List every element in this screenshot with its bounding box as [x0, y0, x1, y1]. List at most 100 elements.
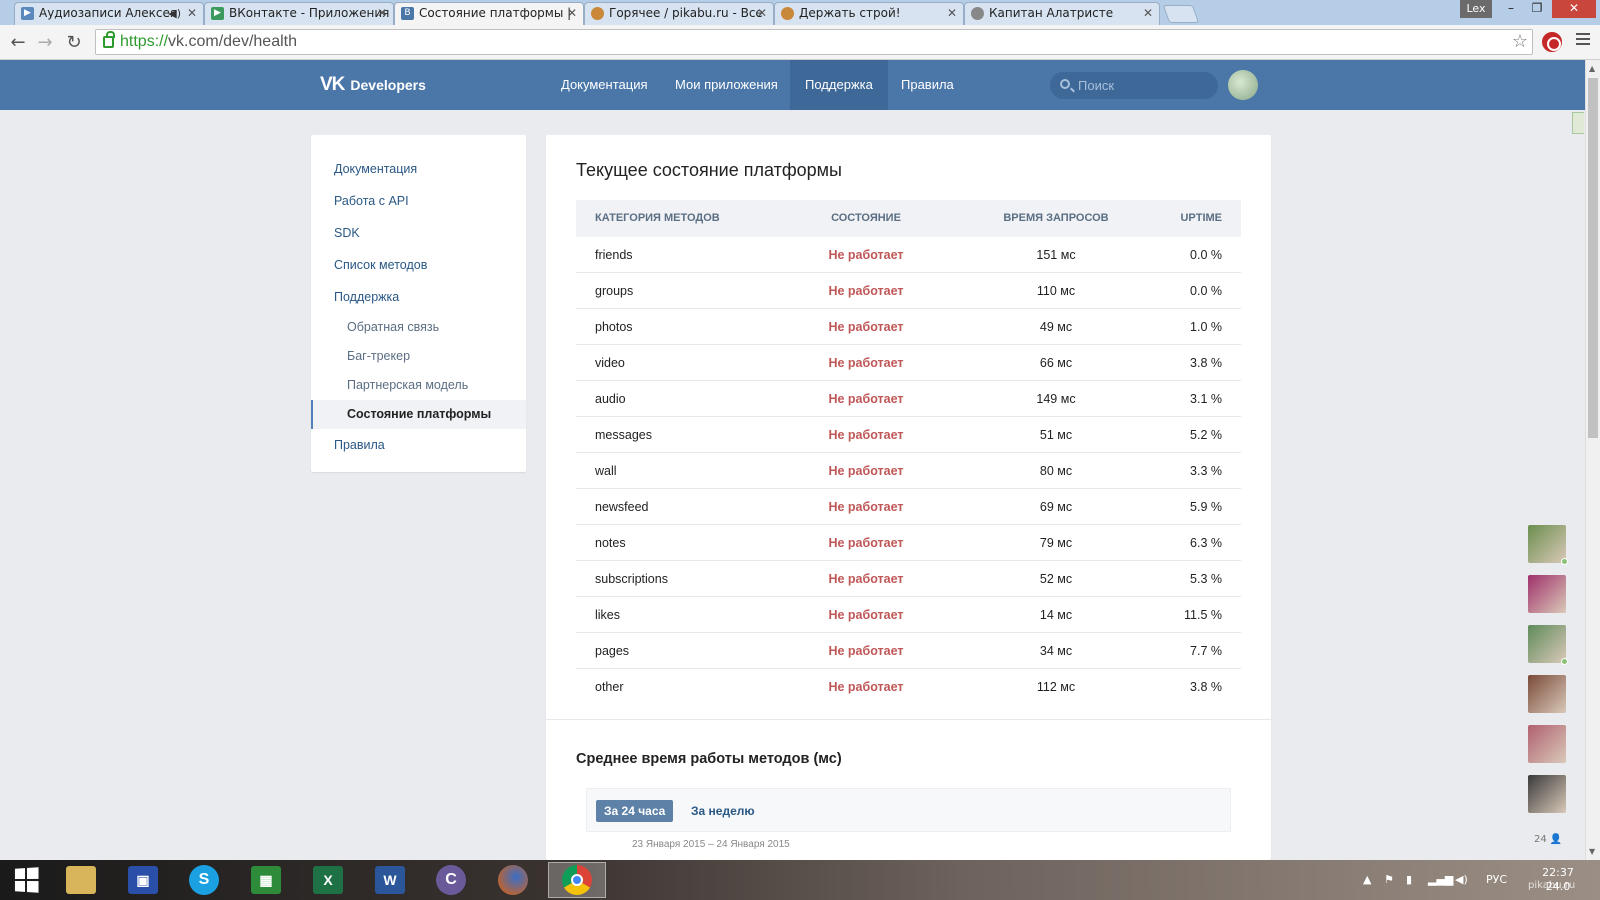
menu-item-support[interactable]: Поддержка — [311, 281, 526, 313]
flag-icon[interactable]: ⚑ — [1384, 860, 1394, 900]
column-header-status: СОСТОЯНИЕ — [831, 212, 901, 224]
column-header-request-time: ВРЕМЯ ЗАПРОСОВ — [1003, 212, 1109, 224]
category-cell: likes — [595, 608, 621, 622]
request-time-cell: 112 мс — [1036, 680, 1076, 694]
table-row: video Не работает 66 мс 3.8 % — [576, 345, 1241, 381]
tab-week[interactable]: За неделю — [683, 800, 763, 822]
close-icon[interactable]: ✕ — [757, 3, 767, 24]
table-row: pages Не работает 34 мс 7.7 % — [576, 633, 1241, 669]
page-scrollbar[interactable]: ▲ ▼ — [1585, 60, 1600, 860]
menu-item-api[interactable]: Работа с API — [311, 185, 526, 217]
category-cell: audio — [595, 392, 626, 406]
play-store-favicon-icon: ▶ — [211, 7, 224, 20]
taskbar-explorer[interactable] — [55, 862, 107, 898]
network-icon[interactable]: ▂▄▆ — [1428, 860, 1453, 900]
bookmark-star-icon[interactable]: ☆ — [1512, 31, 1528, 52]
taskbar-excel[interactable]: X — [302, 862, 354, 898]
side-panel-tab[interactable] — [1572, 112, 1584, 134]
reload-icon[interactable]: ↻ — [64, 32, 84, 53]
taskbar-word[interactable]: W — [364, 862, 416, 898]
friend-avatar[interactable] — [1528, 625, 1568, 665]
start-button[interactable] — [0, 862, 52, 898]
taskbar-calculator[interactable]: ▦ — [240, 862, 292, 898]
category-cell: friends — [595, 248, 633, 262]
search-input[interactable]: Поиск — [1050, 72, 1218, 99]
friends-count[interactable]: 24 👤 — [1534, 834, 1562, 845]
uptime-cell: 0.0 % — [1190, 248, 1222, 262]
browser-tab-4[interactable]: Горячее / pikabu.ru - Все ✕ — [584, 2, 774, 25]
taskbar-skype[interactable]: S — [178, 862, 230, 898]
request-time-cell: 149 мс — [1036, 392, 1076, 406]
friend-avatar[interactable] — [1528, 525, 1568, 565]
uptime-cell: 3.3 % — [1190, 464, 1222, 478]
friend-avatar[interactable] — [1528, 775, 1566, 813]
nav-rules[interactable]: Правила — [886, 60, 969, 110]
tab-24-hours[interactable]: За 24 часа — [596, 800, 674, 822]
taskbar-chrome[interactable] — [548, 862, 606, 898]
uptime-cell: 5.9 % — [1190, 500, 1222, 514]
close-icon[interactable]: ✕ — [187, 3, 197, 24]
restore-icon[interactable]: ❐ — [1524, 0, 1550, 18]
person-icon: 👤 — [1549, 834, 1563, 845]
taskbar-save-app[interactable]: ▣ — [117, 862, 169, 898]
request-time-cell: 51 мс — [1039, 428, 1073, 442]
minimize-icon[interactable]: – — [1498, 0, 1524, 18]
nav-documentation[interactable]: Документация — [546, 60, 663, 110]
menu-item-methods-list[interactable]: Список методов — [311, 249, 526, 281]
speaker-icon[interactable]: ◀) — [168, 3, 181, 24]
user-avatar[interactable] — [1228, 70, 1258, 100]
close-icon[interactable]: ✕ — [377, 3, 387, 24]
url-text[interactable]: https://vk.com/dev/health — [120, 33, 297, 51]
new-tab-button[interactable] — [1162, 5, 1200, 23]
vk-logo-icon: VK — [320, 74, 345, 95]
friend-avatar[interactable] — [1528, 725, 1566, 763]
uptime-cell: 5.2 % — [1190, 428, 1222, 442]
browser-tab-1[interactable]: ▶ Аудиозаписи Алексея ◀) ✕ — [14, 2, 204, 25]
category-cell: messages — [595, 428, 652, 442]
menu-sub-partner-model[interactable]: Партнерская модель — [311, 371, 526, 400]
table-row: likes Не работает 14 мс 11.5 % — [576, 597, 1241, 633]
search-icon — [1060, 79, 1070, 89]
forward-arrow-icon[interactable]: → — [35, 32, 55, 53]
menu-sub-bugtracker[interactable]: Баг-трекер — [311, 342, 526, 371]
browser-tab-6[interactable]: Капитан Алатристе ✕ — [964, 2, 1160, 25]
close-icon[interactable]: ✕ — [947, 3, 957, 24]
friend-avatar[interactable] — [1528, 675, 1566, 713]
menu-sub-platform-status[interactable]: Состояние платформы — [311, 400, 526, 429]
address-bar[interactable]: https://vk.com/dev/health ☆ — [95, 29, 1533, 55]
menu-item-documentation[interactable]: Документация — [311, 153, 526, 185]
scroll-down-icon[interactable]: ▼ — [1589, 847, 1595, 856]
table-row: messages Не работает 51 мс 5.2 % — [576, 417, 1241, 453]
back-arrow-icon[interactable]: ← — [8, 32, 28, 53]
browser-tab-3-active[interactable]: B Состояние платформы | ✕ — [394, 2, 584, 25]
tab-title: Капитан Алатристе — [989, 6, 1114, 20]
browser-tab-2[interactable]: ▶ ВКонтакте - Приложения ✕ — [204, 2, 394, 25]
vk-developers-logo[interactable]: VK Developers — [320, 74, 426, 96]
request-time-cell: 79 мс — [1039, 536, 1073, 550]
language-indicator[interactable]: РУС — [1486, 860, 1507, 900]
taskbar-torrent[interactable]: C — [425, 862, 477, 898]
uptime-cell: 11.5 % — [1184, 608, 1222, 622]
category-cell: subscriptions — [595, 572, 668, 586]
browser-tab-5[interactable]: Держать строй! ✕ — [774, 2, 964, 25]
menu-item-rules[interactable]: Правила — [311, 429, 526, 461]
friend-avatar[interactable] — [1528, 575, 1566, 613]
menu-item-sdk[interactable]: SDK — [311, 217, 526, 249]
window-close-icon[interactable]: ✕ — [1552, 0, 1596, 18]
taskbar-firefox[interactable] — [487, 862, 539, 898]
nav-support[interactable]: Поддержка — [790, 60, 888, 110]
close-icon[interactable]: ✕ — [567, 3, 577, 24]
scroll-up-icon[interactable]: ▲ — [1589, 64, 1595, 73]
menu-sub-feedback[interactable]: Обратная связь — [311, 313, 526, 342]
close-icon[interactable]: ✕ — [1143, 3, 1153, 24]
adblock-extension-icon[interactable] — [1542, 32, 1562, 52]
volume-icon[interactable]: ◀) — [1455, 860, 1468, 900]
section-divider — [546, 719, 1271, 720]
nav-my-apps[interactable]: Мои приложения — [660, 60, 793, 110]
uptime-cell: 3.8 % — [1190, 356, 1222, 370]
power-icon[interactable]: ▮ — [1406, 860, 1412, 900]
hamburger-menu-icon[interactable] — [1576, 33, 1590, 48]
scrollbar-thumb[interactable] — [1588, 78, 1598, 438]
category-cell: photos — [595, 320, 633, 334]
show-hidden-icons-icon[interactable]: ▲ — [1363, 860, 1371, 900]
